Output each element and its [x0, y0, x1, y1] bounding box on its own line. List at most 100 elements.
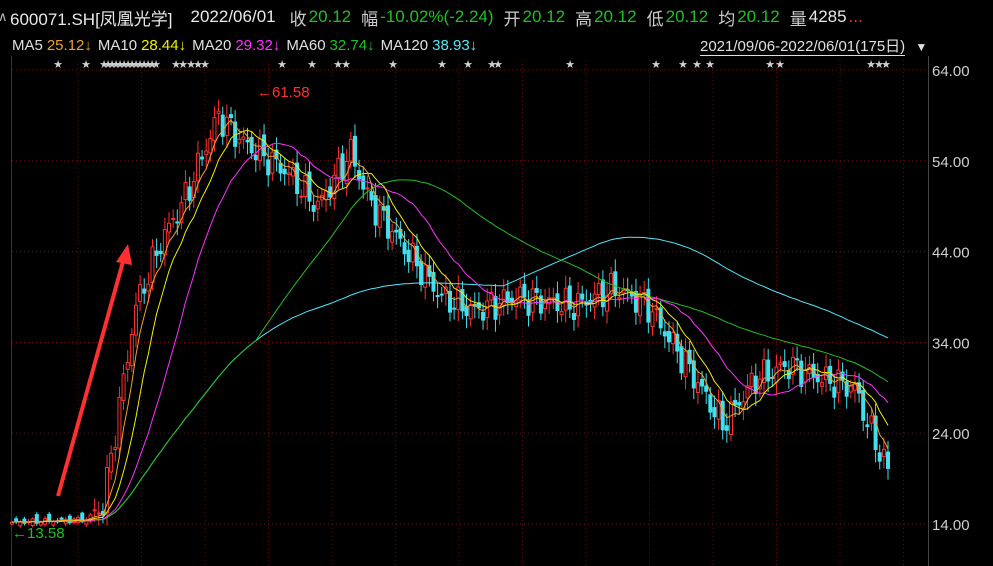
candle-down [464, 305, 469, 317]
candle-up [848, 385, 853, 393]
candle-down [419, 260, 424, 286]
candle-up [559, 311, 564, 316]
marker-star: ★ [341, 58, 351, 71]
candle-up [237, 138, 242, 144]
kline-chart[interactable]: 64.0054.0044.0034.0024.0014.00★ ★ ★★★★★★★★… [0, 0, 993, 566]
candle-up [241, 136, 246, 140]
candle-down [724, 425, 729, 431]
candle-up [778, 362, 783, 366]
candle-down [282, 168, 287, 175]
marker-star: ★ [493, 58, 503, 71]
marker-star: ★ [565, 58, 575, 71]
candle-up [146, 283, 151, 292]
candle-up [377, 204, 382, 228]
candle-down [361, 175, 366, 190]
candle-down [245, 139, 250, 143]
candle-up [303, 175, 308, 197]
candle-up [324, 190, 329, 200]
candle-down [200, 156, 205, 160]
marker-star: ★ [388, 58, 398, 71]
candle-down [534, 288, 539, 293]
candle-up [695, 382, 700, 393]
candle-down [386, 205, 391, 239]
marker-star: ★ [81, 58, 91, 71]
candle-down [311, 205, 316, 212]
candle-up [596, 283, 601, 296]
marker-star: ★ [705, 58, 715, 71]
candle-up [286, 172, 291, 175]
candle-down [22, 518, 27, 524]
candle-down [799, 360, 804, 387]
candle-down [394, 229, 399, 233]
candle-down [187, 186, 192, 201]
y-tick-label: 34.00 [932, 335, 970, 352]
candle-up [113, 447, 118, 451]
candle-down [175, 221, 180, 224]
y-tick-label: 24.00 [932, 426, 970, 443]
candle-up [195, 152, 200, 182]
candle-down [266, 159, 271, 176]
candle-down [47, 513, 52, 522]
candle-down [712, 407, 717, 418]
candle-up [167, 222, 172, 233]
candle-up [819, 382, 824, 387]
candle-up [150, 246, 155, 284]
candle-down [865, 424, 870, 428]
candle-up [133, 304, 138, 336]
candle-down [571, 313, 576, 320]
trend-arrow-head [116, 244, 132, 265]
candle-down [452, 307, 457, 310]
low-annotation: ←13.58 [12, 525, 65, 542]
candle-up [881, 448, 886, 458]
candle-up [109, 452, 114, 473]
candle-down [373, 194, 378, 226]
ma60-line [11, 179, 889, 523]
candle-down [633, 291, 638, 313]
candle-down [406, 249, 411, 263]
candle-down [402, 242, 407, 255]
candle-down [667, 331, 671, 343]
candle-down [59, 517, 64, 520]
y-tick-label: 54.00 [932, 154, 970, 171]
candle-down [435, 295, 440, 298]
candle-up [671, 332, 676, 345]
candle-up [96, 512, 101, 515]
candle-up [749, 372, 754, 388]
candle-down [720, 400, 725, 431]
candle-up [138, 284, 143, 302]
candle-up [728, 401, 733, 436]
candle-up [650, 311, 655, 328]
marker-star: ★ [678, 58, 688, 71]
candle-up [654, 308, 659, 311]
candle-up [617, 296, 622, 300]
candle-down [249, 136, 254, 154]
candle-up [683, 350, 688, 378]
candle-down [704, 385, 709, 392]
candle-up [869, 415, 874, 424]
ma20-line [11, 142, 889, 523]
candle-down [229, 114, 233, 119]
candle-down [832, 386, 837, 398]
candle-up [204, 150, 209, 156]
marker-star: ★ [151, 58, 161, 71]
candle-down [369, 191, 374, 201]
marker-star: ★ [463, 58, 473, 71]
candle-up [315, 200, 320, 210]
candle-down [158, 250, 163, 255]
candle-down [278, 162, 283, 174]
ma10-line [11, 129, 889, 523]
candle-up [605, 295, 610, 312]
candle-down [154, 250, 159, 256]
candle-down [262, 134, 267, 157]
candle-up [129, 333, 134, 367]
marker-star: ★ [277, 58, 287, 71]
candle-up [563, 287, 568, 311]
candle-up [125, 362, 130, 370]
candle-down [481, 311, 486, 321]
candle-up [121, 373, 126, 401]
marker-star: ★ [765, 58, 775, 71]
candle-down [14, 518, 19, 522]
candle-up [518, 286, 523, 301]
y-tick-label: 44.00 [932, 245, 970, 262]
candle-up [270, 151, 275, 174]
